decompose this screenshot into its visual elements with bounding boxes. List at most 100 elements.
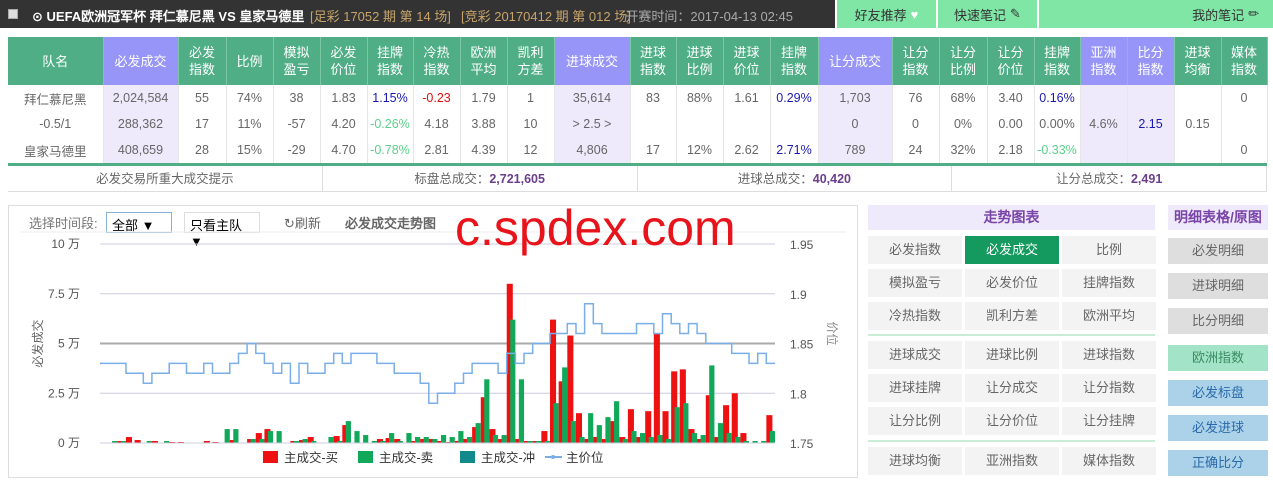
y2-tick-label: 1.85	[790, 338, 814, 352]
trend-button[interactable]: 让分指数	[1062, 374, 1156, 402]
trend-button[interactable]: 让分挂牌	[1062, 407, 1156, 435]
y2-axis-label: 价位	[825, 321, 840, 345]
y2-tick-label: 1.95	[790, 238, 814, 252]
table-cell: 24	[892, 137, 940, 163]
bar-sell	[389, 433, 395, 443]
detail-button[interactable]: 欧洲指数	[1168, 345, 1268, 371]
trend-button[interactable]: 比例	[1062, 236, 1156, 264]
legend-label: 主成交-买	[284, 450, 338, 465]
bar-buy	[731, 393, 738, 443]
match-header-bar: ⊙ UEFA欧洲冠军杯 拜仁慕尼黑 VS 皇家马德里 [足彩 17052 期 第…	[0, 0, 835, 28]
watermark: c.spdex.com	[455, 200, 736, 256]
detail-button[interactable]: 必发明细	[1168, 238, 1268, 264]
bar-sell	[224, 429, 230, 443]
table-cell	[1127, 85, 1175, 111]
table-cell	[1174, 137, 1222, 163]
table-cell: 15%	[226, 137, 274, 163]
y2-tick-label: 1.8	[790, 387, 807, 401]
table-cell: 2,024,584	[103, 85, 179, 111]
trend-button[interactable]: 让分成交	[965, 374, 1059, 402]
recommend-friend-button[interactable]: 好友推荐 ♥	[835, 0, 936, 28]
trend-button[interactable]: 挂牌指数	[1062, 269, 1156, 297]
trend-button[interactable]: 进球比例	[965, 341, 1059, 369]
select-checkbox[interactable]	[8, 9, 18, 19]
bar-sell	[466, 437, 473, 443]
column-header: 亚洲 指数	[1080, 37, 1128, 85]
trend-button[interactable]: 必发价位	[965, 269, 1059, 297]
detail-button[interactable]: 进球明细	[1168, 273, 1268, 299]
big-trade-tip[interactable]: 必发交易所重大成交提示	[8, 166, 323, 191]
table-cell: 0.00%	[1034, 111, 1081, 137]
table-row: 拜仁慕尼黑 2,024,584 55 74% 38 1.83 1.15% -0.23 1.79 1…	[8, 85, 1268, 111]
table-cell	[1221, 111, 1268, 137]
trend-button[interactable]: 进球成交	[868, 341, 962, 369]
column-header: 欧洲 平均	[460, 37, 508, 85]
y-tick-label: 2.5 万	[48, 386, 80, 400]
detail-button[interactable]: 比分明细	[1168, 308, 1268, 334]
table-cell: 4.39	[460, 137, 508, 163]
trend-button[interactable]: 凯利方差	[965, 302, 1059, 330]
table-cell: 10	[507, 111, 555, 137]
edit-icon: ✎	[1010, 6, 1021, 21]
legend-label: 主价位	[566, 450, 604, 465]
trend-button[interactable]: 媒体指数	[1062, 447, 1156, 475]
trend-button[interactable]: 进球均衡	[868, 447, 962, 475]
column-header: 让分 指数	[892, 37, 940, 85]
table-cell: -29	[273, 137, 321, 163]
column-header: 进球 比例	[676, 37, 724, 85]
table-cell: 408,659	[103, 137, 179, 163]
table-cell: 3.40	[987, 85, 1035, 111]
trend-button[interactable]: 冷热指数	[868, 302, 962, 330]
column-header: 冷热 指数	[413, 37, 461, 85]
bar-sell	[614, 401, 620, 443]
table-cell: 0	[1221, 137, 1268, 163]
table-cell: 288,362	[103, 111, 179, 137]
bar-sell	[363, 435, 369, 443]
y-tick-label: 5 万	[58, 337, 80, 351]
detail-button[interactable]: 必发进球	[1168, 415, 1268, 441]
table-cell: 4.70	[320, 137, 368, 163]
trend-button[interactable]: 欧洲平均	[1062, 302, 1156, 330]
trend-button[interactable]: 进球挂牌	[868, 374, 962, 402]
trend-button[interactable]: 模拟盈亏	[868, 269, 962, 297]
my-notes-button[interactable]: 我的笔记 ✏	[1037, 0, 1273, 28]
table-cell: 83	[630, 85, 677, 111]
trend-button[interactable]: 亚洲指数	[965, 447, 1059, 475]
bar-sell	[492, 435, 499, 443]
bar-sell	[449, 437, 455, 443]
table-cell: 1.83	[320, 85, 368, 111]
table-cell: 35,614	[554, 85, 631, 111]
table-row: -0.5/1 288,362 17 11% -57 4.20 -0.26% 4.18 3.88 1…	[8, 111, 1268, 137]
bar-buy	[125, 437, 133, 443]
trend-button[interactable]: 必发成交	[965, 236, 1059, 264]
detail-button[interactable]: 必发标盘	[1168, 380, 1268, 406]
quick-note-label: 快速笔记	[954, 7, 1007, 23]
table-cell: 1,703	[818, 85, 893, 111]
detail-button[interactable]: 正确比分	[1168, 450, 1268, 476]
table-cell: 0	[892, 111, 940, 137]
odds-table: 队名 必发成交 必发 指数 比例 模拟 盈亏 必发 价位 挂牌 指数 冷热 指数 欧洲 平均 凯利…	[8, 37, 1268, 163]
bar-sell	[657, 435, 663, 443]
bar-sell	[406, 433, 412, 443]
bar-sell	[276, 431, 282, 443]
trend-button[interactable]: 让分价位	[965, 407, 1059, 435]
table-cell	[1174, 85, 1222, 111]
bar-sell	[562, 367, 568, 443]
rangfen-label: 让分总成交：	[1055, 172, 1131, 186]
bar-sell	[328, 437, 334, 443]
trend-button[interactable]: 让分比例	[868, 407, 962, 435]
column-header: 模拟 盈亏	[273, 37, 321, 85]
trend-button[interactable]: 进球指数	[1062, 341, 1156, 369]
bar-sell	[484, 379, 490, 443]
bar-sell	[648, 437, 654, 443]
divider	[868, 334, 1155, 336]
table-cell: 55	[178, 85, 227, 111]
trend-button[interactable]: 必发指数	[868, 236, 962, 264]
quick-note-button[interactable]: 快速笔记 ✎	[936, 0, 1037, 28]
table-cell: 4.20	[320, 111, 368, 137]
column-header: 挂牌 指数	[770, 37, 819, 85]
column-header: 让分 价位	[987, 37, 1035, 85]
column-header: 挂牌 指数	[367, 37, 414, 85]
divider	[868, 440, 1155, 442]
bar-sell	[588, 413, 594, 443]
